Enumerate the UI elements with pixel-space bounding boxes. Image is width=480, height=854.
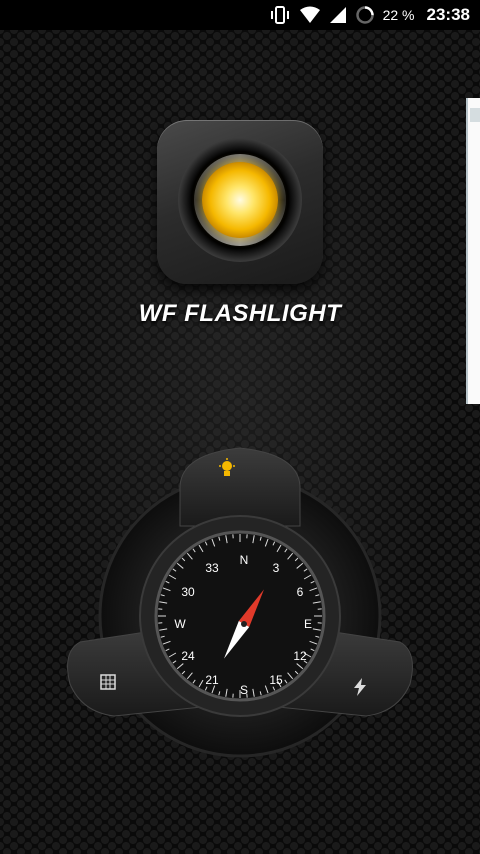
lens-housing xyxy=(178,138,302,262)
battery-icon xyxy=(355,5,375,25)
wifi-icon xyxy=(299,6,321,24)
screen-light-button[interactable] xyxy=(100,674,136,710)
battery-percent: 22 % xyxy=(382,7,415,23)
app-icon-flashlight[interactable] xyxy=(157,120,323,284)
compass-face[interactable]: N E S W 3 6 12 15 21 24 30 33 xyxy=(164,544,324,704)
signal-icon xyxy=(329,6,347,24)
vibrate-icon xyxy=(269,6,291,24)
clock: 23:38 xyxy=(426,5,470,24)
control-dock: N E S W 3 6 12 15 21 24 30 33 xyxy=(62,446,418,776)
strobe-button[interactable] xyxy=(352,678,388,714)
side-panel-handle xyxy=(470,108,480,122)
lens-ring xyxy=(194,154,286,246)
flashlight-lens-icon xyxy=(202,162,278,238)
compass-needle xyxy=(224,589,264,659)
side-panel-edge[interactable] xyxy=(466,98,480,404)
flashlight-toggle-button[interactable] xyxy=(218,458,260,494)
app-title: WF FLASHLIGHT xyxy=(138,300,342,327)
status-bar: 22 % 23:38 xyxy=(0,0,480,30)
